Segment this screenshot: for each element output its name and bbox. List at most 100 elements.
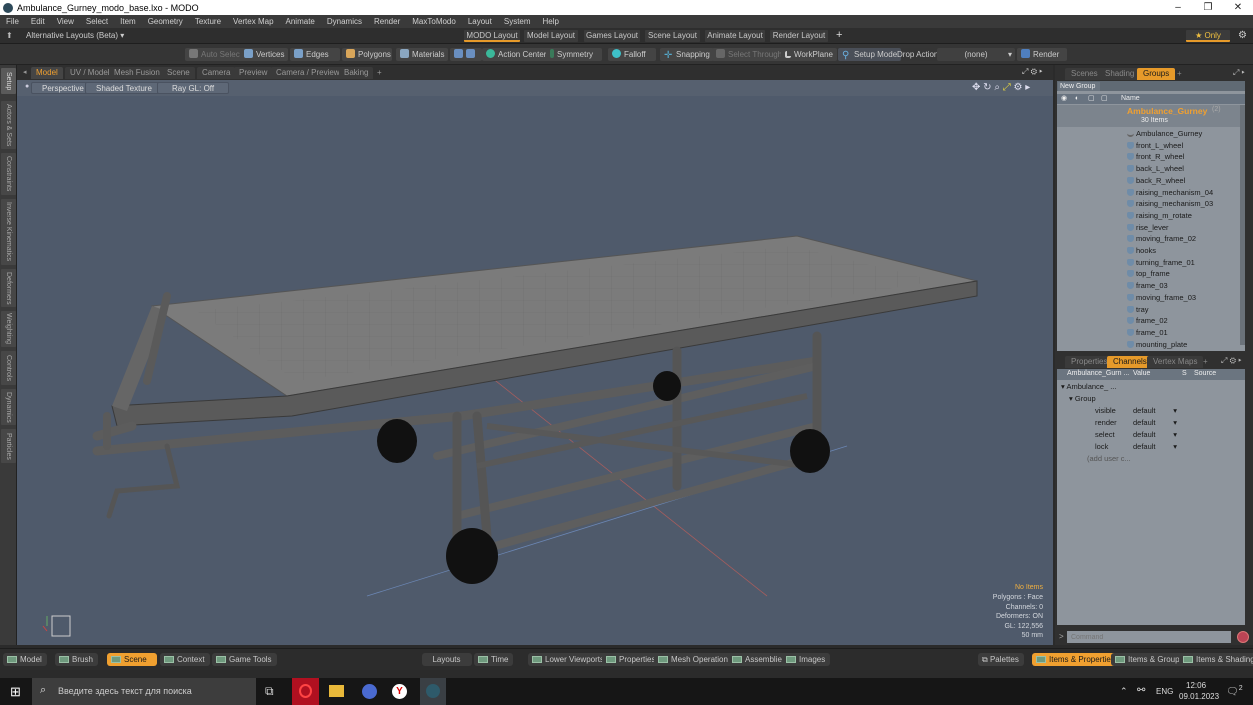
workplane-button[interactable]: WorkPlane — [781, 48, 837, 61]
shading-button[interactable]: Shaded Texture — [85, 82, 163, 94]
group-list-item[interactable]: mounting_plate — [1127, 339, 1187, 351]
menu-geometry[interactable]: Geometry — [148, 17, 183, 26]
layout-pin-icon[interactable]: ⬆ — [6, 31, 13, 40]
bottom-lower-viewports-button[interactable]: Lower Viewports — [528, 653, 609, 666]
vptab-uv-model[interactable]: UV / Model — [65, 67, 115, 79]
menu-select[interactable]: Select — [86, 17, 108, 26]
bottom-context-button[interactable]: Context — [160, 653, 210, 666]
command-stop-icon[interactable] — [1237, 631, 1249, 643]
menu-dynamics[interactable]: Dynamics — [327, 17, 362, 26]
group-list-item[interactable]: back_L_wheel — [1127, 163, 1184, 175]
bottom-items-properties-button[interactable]: Items & Properties — [1032, 653, 1120, 666]
menu-view[interactable]: View — [57, 17, 74, 26]
bottom-palettes-button[interactable]: ⧉ Palettes — [978, 653, 1024, 666]
select-through-button[interactable]: Select Through — [712, 48, 787, 61]
bottom-model-button[interactable]: Model — [3, 653, 47, 666]
taskbar-search[interactable]: ⌕ Введите здесь текст для поиска — [32, 678, 256, 705]
group-list-item[interactable]: front_R_wheel — [1127, 151, 1184, 163]
drop-action-select[interactable]: (none) ▾ — [937, 48, 1015, 61]
maximize-button[interactable]: ❐ — [1193, 0, 1223, 15]
tab-animate-layout[interactable]: Animate Layout — [705, 30, 765, 42]
vptab-add[interactable]: + — [372, 67, 387, 79]
vtab-actors-sets[interactable]: Actors & Sets — [1, 101, 16, 149]
menu-render[interactable]: Render — [374, 17, 400, 26]
vptab-mesh-fusion[interactable]: Mesh Fusion — [109, 67, 165, 79]
gear-icon[interactable]: ⚙ — [1238, 30, 1247, 41]
clock-date[interactable]: 09.01.2023 — [1179, 692, 1219, 701]
bottom-items-shading-button[interactable]: Items & Shading — [1179, 653, 1253, 666]
group-list-item[interactable]: tray — [1127, 304, 1149, 316]
menu-file[interactable]: File — [6, 17, 19, 26]
auto-select-button[interactable]: Auto Select — [185, 48, 246, 61]
vtab-constraints[interactable]: Constraints — [1, 153, 16, 195]
group-list-item[interactable]: rise_lever — [1127, 222, 1169, 234]
file-explorer-icon[interactable] — [329, 685, 344, 697]
bottom-mesh-operations-button[interactable]: Mesh Operations — [654, 653, 737, 666]
group-list-item[interactable]: top_frame — [1127, 268, 1170, 280]
channel-s-header[interactable]: S — [1182, 369, 1187, 379]
bottom-game-tools-button[interactable]: Game Tools — [212, 653, 277, 666]
tab-shading[interactable]: Shading — [1099, 68, 1141, 80]
tab-scene-layout[interactable]: Scene Layout — [645, 30, 700, 42]
new-group-button[interactable]: New Group — [1058, 82, 1100, 91]
tab-games-layout[interactable]: Games Layout — [584, 30, 640, 42]
group-list-item[interactable]: raising_m_rotate — [1127, 210, 1192, 222]
group-list-item[interactable]: back_R_wheel — [1127, 175, 1185, 187]
3d-viewport[interactable]: ● Perspective Shaded Texture Ray GL: Off… — [17, 80, 1053, 645]
minimize-button[interactable]: – — [1163, 0, 1193, 15]
vptab-camera[interactable]: Camera — [197, 67, 236, 79]
visibility-col-icon[interactable]: ◉ — [1061, 94, 1067, 104]
polygons-button[interactable]: Polygons — [342, 48, 392, 61]
group-list-item[interactable]: Ambulance_Gurney — [1127, 128, 1202, 140]
tab-render-layout[interactable]: Render Layout — [770, 30, 828, 42]
bottom-images-button[interactable]: Images — [782, 653, 831, 666]
group-list-item[interactable]: front_L_wheel — [1127, 140, 1183, 152]
channel-value-select[interactable]: default ▾ — [1133, 441, 1177, 453]
vptab-scene[interactable]: Scene — [162, 67, 195, 79]
bottom-properties-button[interactable]: Properties — [602, 653, 661, 666]
viewport-nav-icons[interactable]: ✥ ↻ ⌕ ⤢ ⚙ ▸ — [972, 82, 1030, 93]
tray-chevron-icon[interactable]: ⌃ — [1120, 686, 1128, 697]
render-col-icon[interactable]: ◐ — [1075, 94, 1079, 104]
panel-expand-icon[interactable]: ⤢ ▸ — [1233, 68, 1245, 78]
falloff-button[interactable]: Falloff — [608, 48, 656, 61]
opera-app-icon[interactable] — [292, 678, 319, 705]
symmetry-button[interactable]: Symmetry — [546, 48, 602, 61]
menu-vertex-map[interactable]: Vertex Map — [233, 17, 273, 26]
vtab-inverse-kinematics[interactable]: Inverse Kinematics — [1, 199, 16, 265]
channel-root-row[interactable]: ▾ Ambulance_ ... — [1061, 381, 1116, 393]
channel-value-header[interactable]: Value — [1133, 369, 1150, 379]
vptab-model[interactable]: Model — [31, 67, 63, 79]
menu-item[interactable]: Item — [120, 17, 136, 26]
vtab-controls[interactable]: Controls — [1, 351, 16, 385]
item-mode-buttons[interactable] — [450, 48, 482, 61]
bottom-time-button[interactable]: Time — [474, 653, 514, 666]
add-user-channel[interactable]: (add user c... — [1087, 453, 1131, 465]
groups-scrollbar[interactable] — [1240, 105, 1245, 345]
menu-texture[interactable]: Texture — [195, 17, 221, 26]
channels-options-icon[interactable]: ⤢ ⚙ ▸ — [1221, 356, 1241, 366]
group-list-item[interactable]: frame_02 — [1127, 315, 1168, 327]
chrome-app-icon[interactable] — [362, 684, 377, 699]
clock-time[interactable]: 12:06 — [1186, 681, 1206, 690]
menu-layout[interactable]: Layout — [468, 17, 492, 26]
channel-value-select[interactable]: default ▾ — [1133, 429, 1177, 441]
vtab-weighting[interactable]: Weighting — [1, 311, 16, 347]
network-icon[interactable]: ⚯ — [1137, 685, 1145, 696]
tab-add-bottom[interactable]: + — [1197, 356, 1214, 368]
bottom-scene-button[interactable]: Scene — [107, 653, 157, 666]
edges-button[interactable]: Edges — [290, 48, 340, 61]
snapping-button[interactable]: ✛ Snapping — [660, 48, 714, 61]
notifications-icon[interactable]: 🗨2 — [1226, 685, 1243, 697]
yandex-browser-icon[interactable]: Y — [392, 684, 407, 699]
vertices-button[interactable]: Vertices — [240, 48, 289, 61]
render-button[interactable]: Render — [1017, 48, 1067, 61]
viewport-options-icons[interactable]: ⤢ ⚙ ▸ — [1022, 67, 1042, 77]
group-root-row[interactable]: Ambulance_Gurney (2) 30 Items — [1057, 105, 1245, 127]
materials-button[interactable]: Materials — [396, 48, 449, 61]
language-indicator[interactable]: ENG — [1156, 687, 1173, 696]
setup-mode-button[interactable]: ⚲ Setup Mode — [838, 48, 902, 61]
tab-model-layout[interactable]: Model Layout — [524, 30, 578, 42]
vptab-baking[interactable]: Baking — [339, 67, 374, 79]
windows-start-icon[interactable]: ⊞ — [10, 684, 21, 700]
